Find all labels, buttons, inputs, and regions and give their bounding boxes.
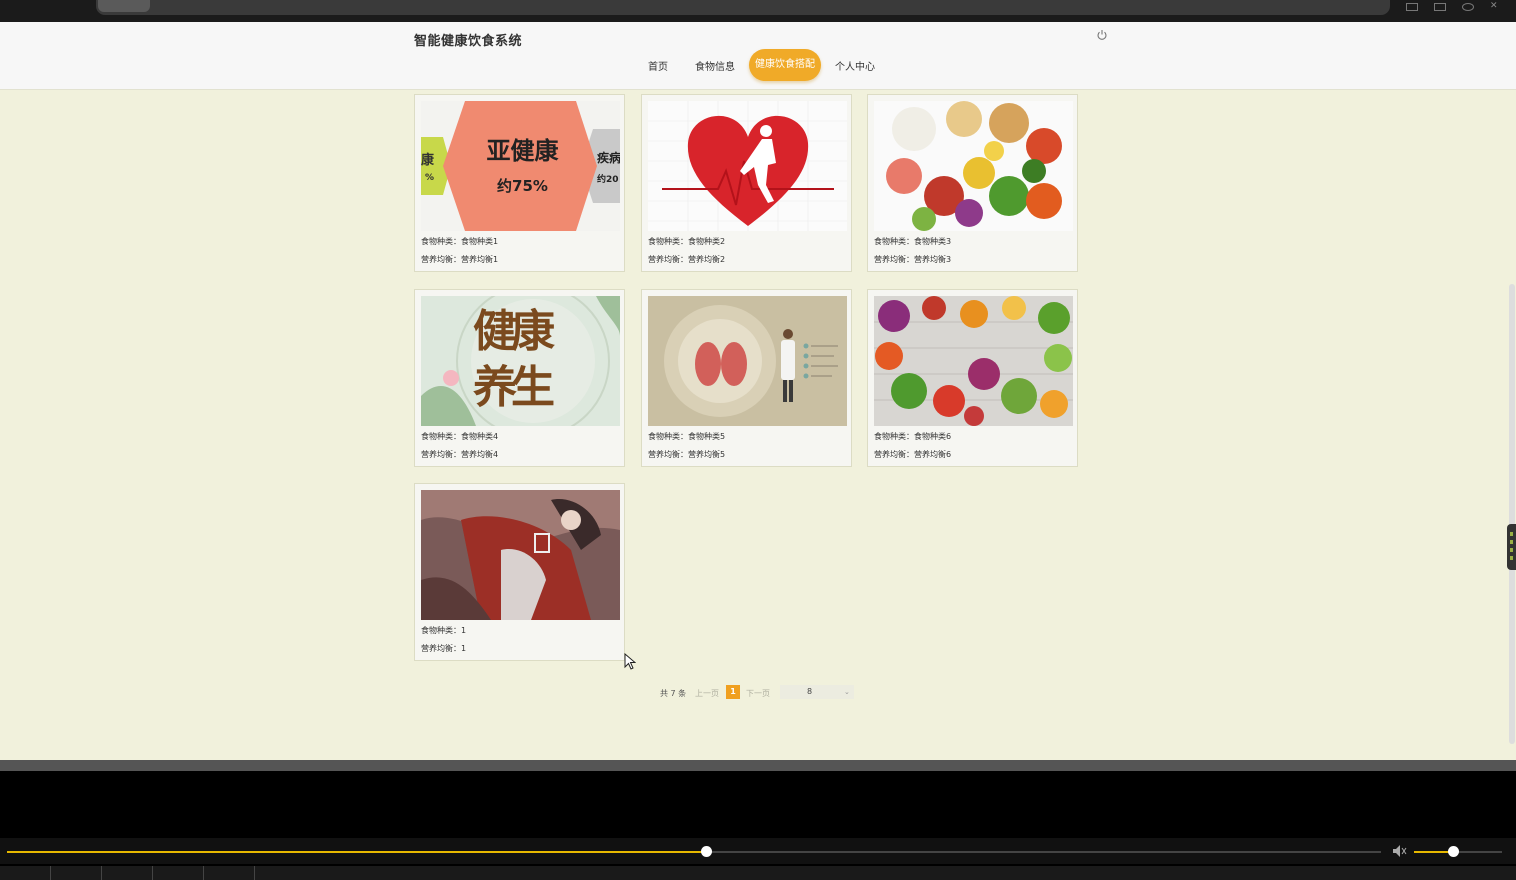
browser-top-bar: ✕ [0,0,1516,22]
page-size-select[interactable]: 8 ⌄ [780,685,854,699]
card-image[interactable]: 康 % 亚健康 约75% 疾病 约20 [421,101,620,231]
nutrition-balance-text: 营养均衡：营养均衡2 [648,255,726,264]
page-bottom-strip [0,760,1516,771]
nav-item-home[interactable]: 首页 [648,58,668,73]
volume-icon[interactable] [1392,844,1408,858]
card-image-text: 约75% [497,177,548,195]
card-image-text: 健康养生 [473,306,555,413]
card-image[interactable] [421,490,620,620]
scrollbar[interactable] [1508,89,1516,749]
card-image-text: 疾病 [597,151,620,165]
food-type-text: 食物种类：食物种类4 [421,432,499,441]
volume-slider[interactable] [1414,846,1502,857]
site-title: 智能健康饮食系统 [414,34,523,49]
chevron-down-icon: ⌄ [844,688,850,696]
mouse-cursor-icon [624,653,636,670]
food-card[interactable]: 食物种类：食物种类6 营养均衡：营养均衡6 [867,289,1078,467]
food-card[interactable]: 健康养生 食物种类：食物种类4 营养均衡：营养均衡4 [414,289,625,467]
food-type-text: 食物种类：食物种类2 [648,237,726,246]
card-image[interactable] [874,101,1073,231]
minimize-icon[interactable] [1406,3,1418,11]
address-bar[interactable] [96,0,1390,15]
nutrition-balance-text: 营养均衡：营养均衡1 [421,255,499,264]
main-nav: 首页 食物信息 健康饮食搭配 个人中心 [0,49,1516,81]
taskbar [0,866,1516,880]
progress-bar[interactable] [7,846,1381,857]
pagination-total: 共 7 条 [660,689,687,698]
food-type-text: 食物种类：1 [421,626,467,635]
nav-item-personal-center[interactable]: 个人中心 [835,58,875,73]
nutrition-balance-text: 营养均衡：营养均衡4 [421,450,499,459]
maximize-icon[interactable] [1434,3,1446,11]
card-image[interactable] [648,101,847,231]
card-image-text: 亚健康 [486,137,559,165]
nutrition-balance-text: 营养均衡：营养均衡6 [874,450,952,459]
side-panel-handle[interactable] [1507,524,1516,570]
volume-knob[interactable] [1447,846,1459,857]
food-card[interactable]: 食物种类：食物种类5 营养均衡：营养均衡5 [641,289,852,467]
close-icon[interactable]: ✕ [1490,2,1500,11]
nutrition-balance-text: 营养均衡：营养均衡3 [874,255,952,264]
current-page-button[interactable]: 1 [726,685,740,699]
site-header: 智能健康饮食系统 首页 食物信息 健康饮食搭配 个人中心 [0,22,1516,90]
card-image[interactable]: 健康养生 [421,296,620,426]
nav-item-food-info[interactable]: 食物信息 [695,58,735,73]
next-page-button[interactable]: 下一页 [746,688,770,699]
food-type-text: 食物种类：食物种类3 [874,237,952,246]
page-size-value: 8 [807,687,813,696]
card-image[interactable] [648,296,847,426]
scrollbar-thumb[interactable] [1509,284,1515,744]
food-card[interactable]: 食物种类：食物种类2 营养均衡：营养均衡2 [641,94,852,272]
volume-fill [1414,851,1453,853]
food-type-text: 食物种类：食物种类5 [648,432,726,441]
video-player-controls [0,838,1516,864]
card-image[interactable] [874,296,1073,426]
page: 智能健康饮食系统 首页 食物信息 健康饮食搭配 个人中心 康 % 亚健康 约75… [0,22,1516,760]
food-card[interactable]: 康 % 亚健康 约75% 疾病 约20 食物种类：食物种类1 营养均衡：营养均衡… [414,94,625,272]
food-type-text: 食物种类：食物种类1 [421,237,499,246]
food-card[interactable]: 食物种类：食物种类3 营养均衡：营养均衡3 [867,94,1078,272]
profile-icon[interactable] [1462,3,1474,11]
nav-item-healthy-diet[interactable]: 健康饮食搭配 [749,49,821,81]
food-type-text: 食物种类：食物种类6 [874,432,952,441]
prev-page-button[interactable]: 上一页 [695,688,719,699]
browser-tab[interactable] [98,0,150,12]
card-image-text: 康 [421,153,435,168]
progress-fill [7,851,707,853]
food-card[interactable]: 食物种类：1 营养均衡：1 [414,483,625,661]
power-icon[interactable] [1096,29,1108,41]
progress-knob[interactable] [701,846,713,857]
pagination: 共 7 条 上一页 1 下一页 8 ⌄ [0,685,1516,701]
nutrition-balance-text: 营养均衡：1 [421,644,467,653]
card-image-text: % [425,173,435,183]
card-image-text: 约20 [597,175,619,185]
nutrition-balance-text: 营养均衡：营养均衡5 [648,450,726,459]
